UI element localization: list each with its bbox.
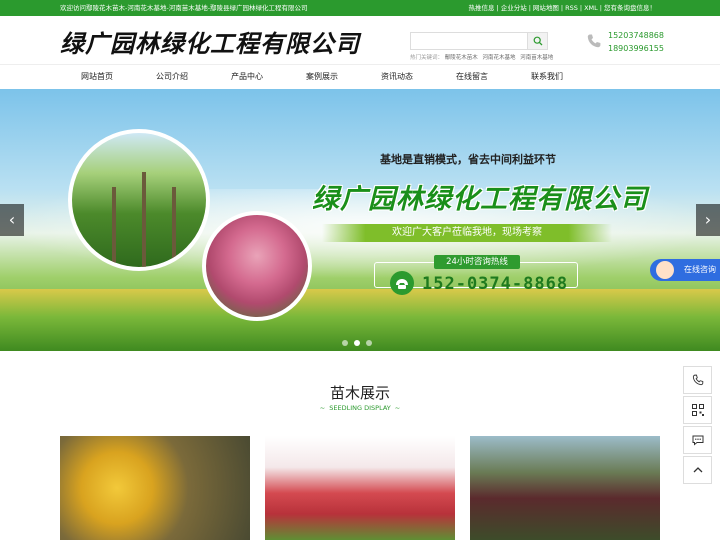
chevron-up-icon	[693, 467, 702, 473]
search-icon	[533, 36, 542, 46]
online-service-button[interactable]: 在线咨询	[650, 259, 720, 281]
search-input[interactable]	[411, 33, 528, 49]
hotline-label: 24小时咨询热线	[434, 255, 520, 269]
product-card[interactable]	[60, 436, 250, 540]
phone-icon	[587, 34, 601, 48]
top-link-xml[interactable]: XML	[584, 4, 598, 12]
hot-keyword[interactable]: 河南花木基地	[483, 55, 516, 61]
banner-next-button[interactable]: ›	[696, 204, 720, 236]
product-card[interactable]	[265, 436, 455, 540]
banner-title: 绿广园林绿化工程有限公司	[312, 184, 648, 215]
top-bar: 欢迎访问鄢陵花木苗木-河南花木基地-河南苗木基地-鄢陵县绿广园林绿化工程有限公司…	[0, 0, 720, 16]
nav-products[interactable]: 产品中心	[207, 65, 287, 89]
top-link-substation[interactable]: 企业分站	[501, 4, 527, 12]
header: 绿广园林绿化工程有限公司 热门关键词： 鄢陵花木苗木 河南花木基地 河南苗木基地…	[0, 16, 720, 64]
company-logo[interactable]: 绿广园林绿化工程有限公司	[60, 24, 360, 59]
top-link-inquiry-prefix[interactable]: 您有	[604, 4, 617, 12]
main-nav: 网站首页 公司介绍 产品中心 案例展示 资讯动态 在线留言 联系我们	[0, 64, 720, 89]
wave-decoration: ~	[319, 404, 326, 412]
hot-keyword[interactable]: 鄢陵花木苗木	[445, 55, 478, 61]
search-box	[410, 32, 548, 50]
nav-home[interactable]: 网站首页	[57, 65, 137, 89]
top-links: 热推信息 | 企业分站 | 网站地图 | RSS | XML | 您有条询盘信息！	[469, 0, 656, 16]
product-card[interactable]	[470, 436, 660, 540]
slide-indicators	[342, 331, 378, 350]
hot-keywords: 热门关键词： 鄢陵花木苗木 河南花木基地 河南苗木基地	[410, 53, 556, 61]
top-link-rss[interactable]: RSS	[565, 4, 578, 12]
slide-dot-active[interactable]	[354, 340, 360, 346]
phone-number: 15203748868	[608, 31, 664, 40]
chat-icon	[692, 435, 703, 446]
top-link-hot-info[interactable]: 热推信息	[469, 4, 495, 12]
wave-decoration: ~	[394, 404, 401, 412]
back-to-top-button[interactable]	[683, 456, 712, 484]
hot-keyword[interactable]: 河南苗木基地	[520, 55, 553, 61]
telephone-icon	[390, 271, 414, 295]
banner-welcome: 欢迎广大客户莅临我地，现场考察	[322, 224, 612, 242]
top-link-inquiry[interactable]: 条询盘信息！	[617, 4, 656, 12]
nav-contact[interactable]: 联系我们	[507, 65, 587, 89]
banner-tagline: 基地是直销模式，省去中间利益环节	[380, 153, 556, 166]
tree-trunk	[112, 187, 116, 267]
blossom-photo-circle	[202, 211, 312, 321]
nav-message[interactable]: 在线留言	[432, 65, 512, 89]
tree-trunk	[172, 187, 176, 267]
welcome-text: 欢迎访问鄢陵花木苗木-河南花木基地-河南苗木基地-鄢陵县绿广园林绿化工程有限公司	[60, 4, 308, 12]
hotline-number: 152-0374-8868	[422, 274, 569, 294]
online-service-label: 在线咨询	[684, 265, 716, 274]
slide-dot[interactable]	[342, 340, 348, 346]
nav-cases[interactable]: 案例展示	[282, 65, 362, 89]
top-link-sitemap[interactable]: 网站地图	[533, 4, 559, 12]
hot-keywords-label: 热门关键词：	[410, 55, 444, 61]
nav-about[interactable]: 公司介绍	[132, 65, 212, 89]
contact-phones: 15203748868 18903996155	[608, 29, 664, 55]
section-subtitle: SEEDLING DISPLAY	[329, 404, 391, 412]
section-subtitle-row: ~ SEEDLING DISPLAY ~	[0, 404, 720, 412]
tree-photo-circle	[68, 129, 210, 271]
tree-trunk	[142, 172, 146, 267]
banner-prev-button[interactable]: ‹	[0, 204, 24, 236]
phone-number: 18903996155	[608, 44, 664, 53]
section-title: 苗木展示	[329, 384, 390, 402]
slide-dot[interactable]	[366, 340, 372, 346]
hero-banner[interactable]: 基地是直销模式，省去中间利益环节 绿广园林绿化工程有限公司 欢迎广大客户莅临我地…	[0, 89, 720, 351]
side-chat-button[interactable]	[683, 426, 712, 454]
agent-avatar	[656, 261, 674, 279]
telephone-glyph	[396, 279, 408, 289]
search-button[interactable]	[527, 33, 547, 49]
nav-news[interactable]: 资讯动态	[357, 65, 437, 89]
